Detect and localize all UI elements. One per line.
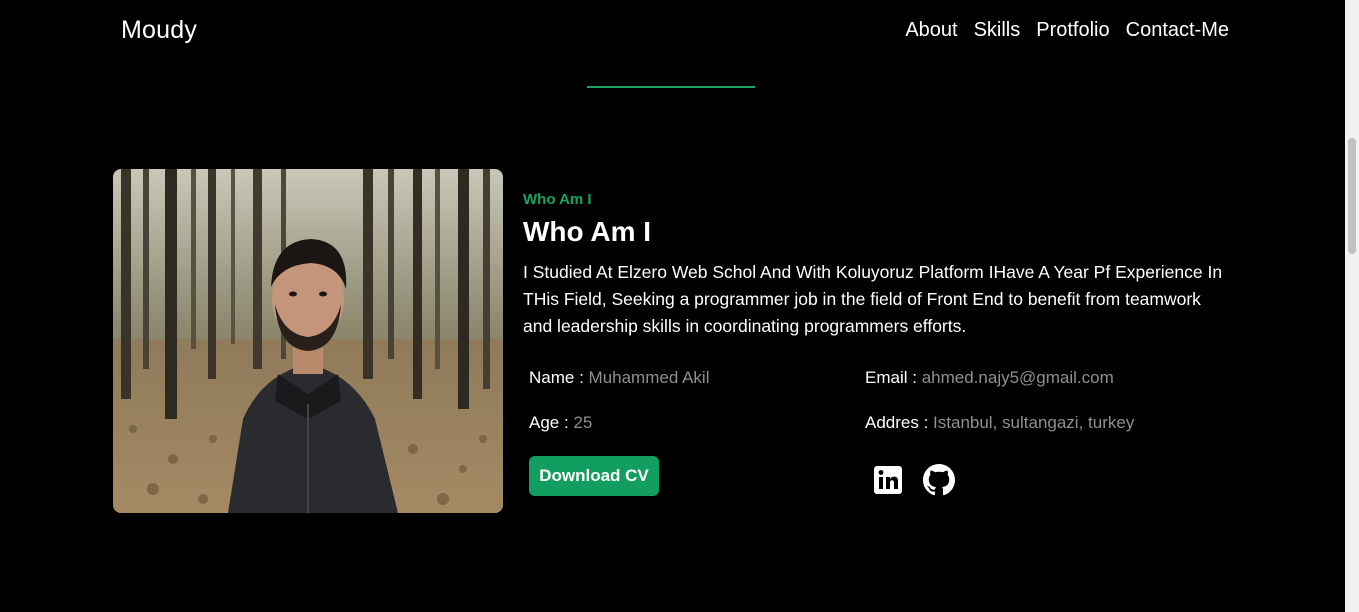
linkedin-icon[interactable] (872, 464, 904, 496)
github-icon[interactable] (923, 464, 955, 496)
bio-text: I Studied At Elzero Web Schol And With K… (523, 262, 1223, 336)
section-eyebrow: Who Am I (523, 191, 592, 208)
scrollbar-thumb[interactable] (1348, 138, 1356, 254)
nav-link-skills[interactable]: Skills (974, 19, 1021, 42)
nav-link-contact[interactable]: Contact-Me (1126, 19, 1229, 42)
address-value: Istanbul, sultangazi, turkey (933, 413, 1135, 432)
section-divider (587, 86, 755, 88)
nav-link-about[interactable]: About (905, 19, 957, 42)
address-field: Addres : Istanbul, sultangazi, turkey (865, 413, 1134, 433)
nav-link-portfolio[interactable]: Protfolio (1036, 19, 1109, 42)
brand-logo[interactable]: Moudy (121, 16, 197, 45)
page: Moudy About Skills Protfolio Contact-Me (0, 0, 1359, 612)
address-label: Addres : (865, 413, 929, 432)
email-label: Email : (865, 368, 917, 387)
name-value: Muhammed Akil (588, 368, 710, 387)
age-value: 25 (573, 413, 593, 432)
main-nav: About Skills Protfolio Contact-Me (905, 19, 1229, 42)
age-field: Age : 25 (529, 413, 592, 433)
section-title: Who Am I (523, 216, 652, 247)
age-label: Age : (529, 413, 569, 432)
email-field: Email : ahmed.najy5@gmail.com (865, 368, 1114, 388)
download-cv-button[interactable]: Download CV (529, 456, 659, 496)
profile-photo (113, 169, 503, 513)
email-value: ahmed.najy5@gmail.com (921, 368, 1114, 387)
name-field: Name : Muhammed Akil (529, 368, 709, 388)
page-scrollbar[interactable] (1345, 0, 1359, 612)
name-label: Name : (529, 368, 584, 387)
